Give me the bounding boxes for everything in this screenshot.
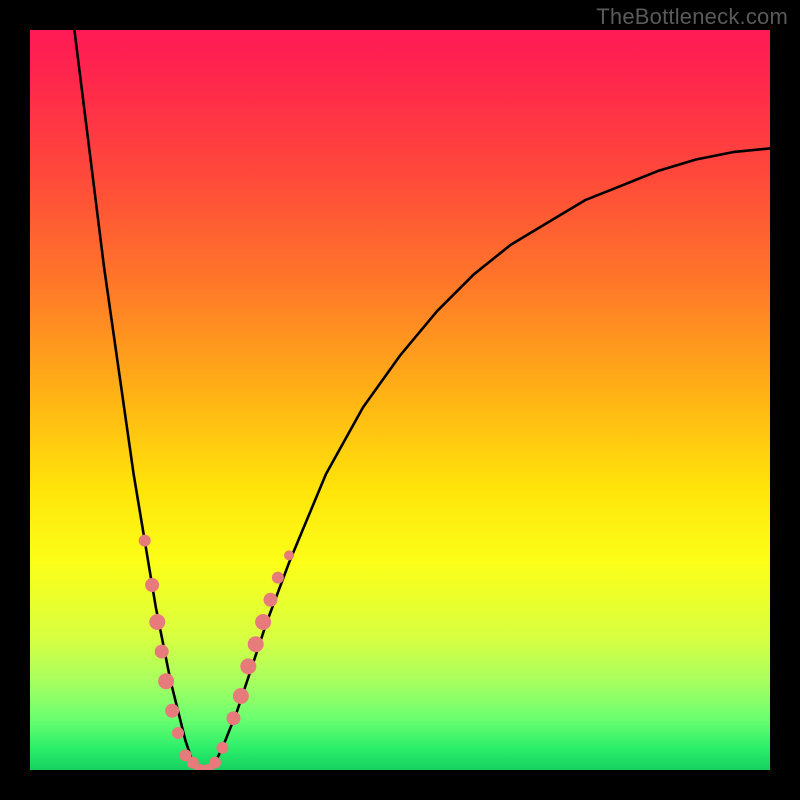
- highlight-dots-group: [139, 535, 294, 770]
- watermark-text: TheBottleneck.com: [596, 4, 788, 30]
- highlight-dot: [264, 593, 278, 607]
- highlight-dot: [172, 727, 184, 739]
- highlight-dot: [149, 614, 165, 630]
- highlight-dot: [255, 614, 271, 630]
- highlight-dot: [240, 658, 256, 674]
- bottleneck-curve-svg: [30, 30, 770, 770]
- bottleneck-curve-path: [74, 30, 770, 770]
- chart-frame: TheBottleneck.com: [0, 0, 800, 800]
- highlight-dot: [216, 742, 228, 754]
- highlight-dot: [165, 704, 179, 718]
- highlight-dot: [248, 636, 264, 652]
- highlight-dot: [233, 688, 249, 704]
- highlight-dot: [272, 572, 284, 584]
- highlight-dot: [227, 711, 241, 725]
- highlight-dot: [284, 550, 294, 560]
- highlight-dot: [209, 757, 221, 769]
- plot-area: [30, 30, 770, 770]
- highlight-dot: [139, 535, 151, 547]
- highlight-dot: [158, 673, 174, 689]
- highlight-dot: [145, 578, 159, 592]
- highlight-dot: [155, 645, 169, 659]
